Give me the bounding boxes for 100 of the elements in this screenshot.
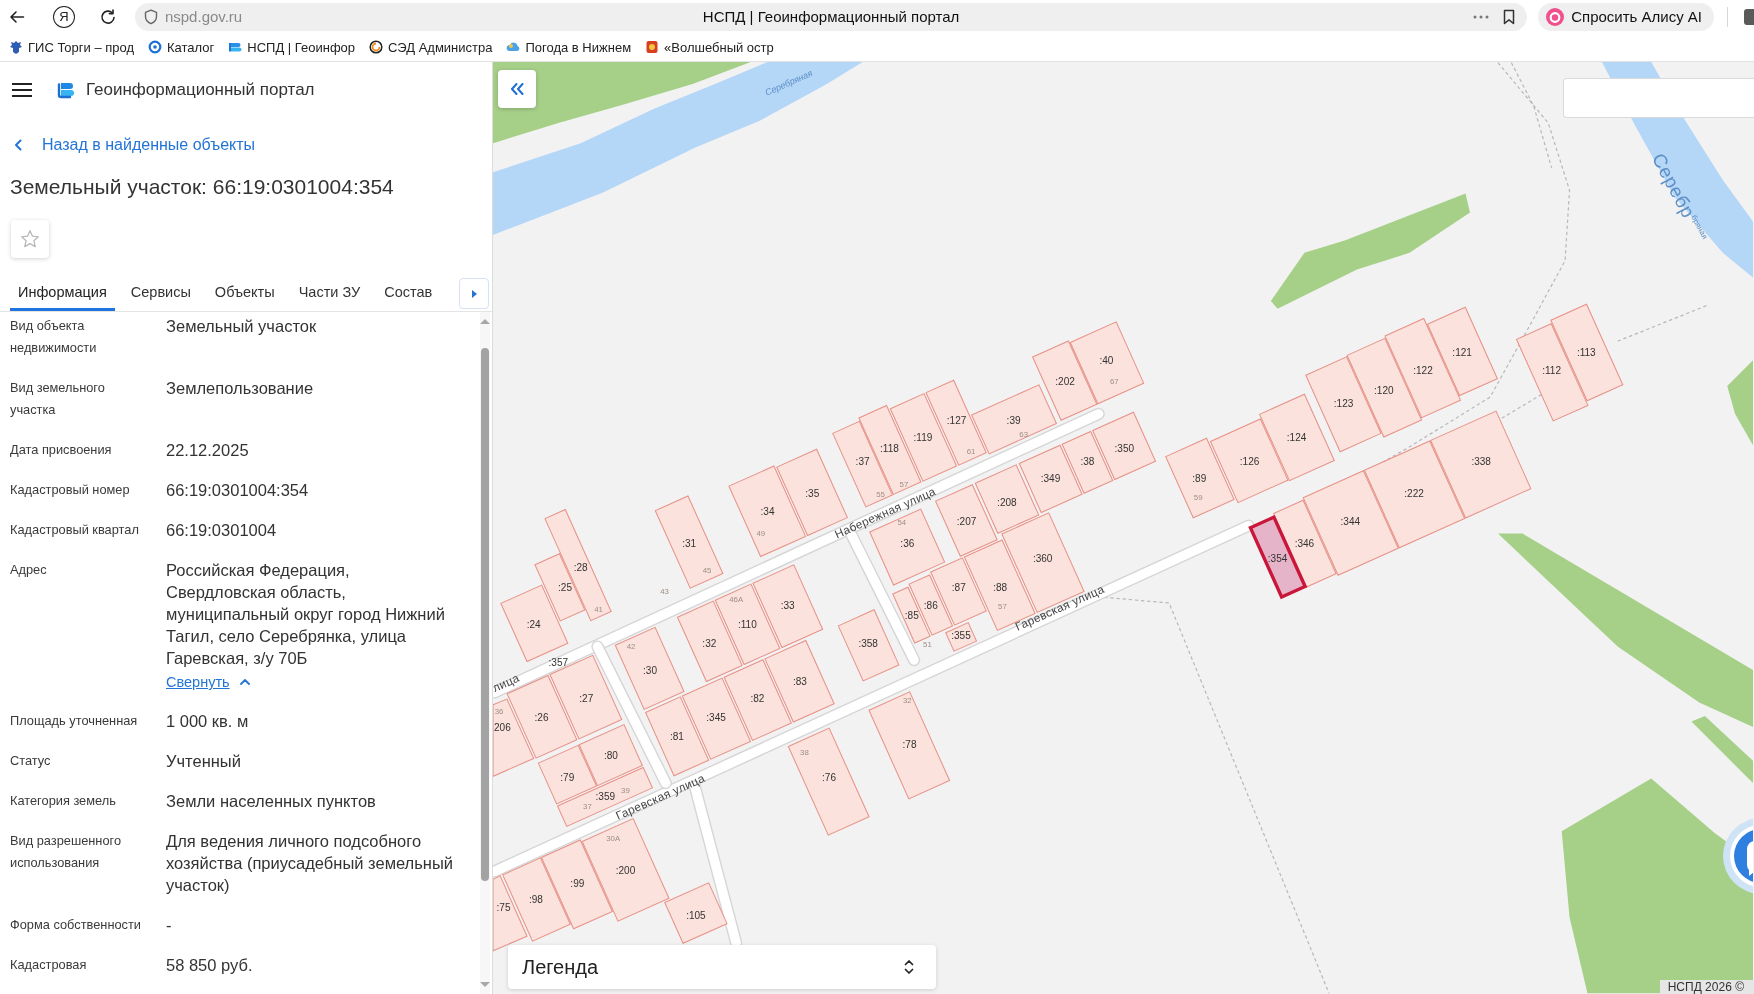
house-number: 57 <box>998 601 1007 611</box>
parcel-number: :88 <box>993 581 1008 593</box>
field-value: 66:19:0301004 <box>166 520 278 541</box>
parcel-number: :122 <box>1413 364 1433 376</box>
field-label: Кадастровый номер <box>10 481 131 499</box>
chevron-left-icon <box>14 139 22 151</box>
house-number: 36 <box>494 706 504 716</box>
parcel-number: :38 <box>1080 456 1095 468</box>
parcel-number: :119 <box>913 431 933 443</box>
parcel-number: :31 <box>682 538 697 550</box>
tab[interactable]: Информация <box>10 276 115 311</box>
scrollbar[interactable] <box>480 312 490 994</box>
bookmark-icon[interactable] <box>1503 8 1516 25</box>
parcel-number: :75 <box>496 901 511 913</box>
parcel-number: :36 <box>900 538 915 550</box>
field-value: Земли населенных пунктов <box>166 791 377 812</box>
field-label: Статус <box>10 752 52 770</box>
house-number: 32 <box>903 695 912 705</box>
collapse-link[interactable]: Свернуть <box>166 672 250 692</box>
app-title: Геоинформационный портал <box>86 80 315 100</box>
parcel-number: :26 <box>534 711 549 723</box>
address-text: nspd.gov.ru <box>164 8 243 25</box>
scroll-down-icon[interactable] <box>480 982 490 988</box>
house-number: 61 <box>966 447 976 457</box>
parcel-number: :200 <box>615 864 636 876</box>
field-value: Для ведения личного подсобного хозяйства (приусадебный земельный участок) <box>166 831 455 896</box>
field-label: Категория земель <box>10 792 117 810</box>
scrollbar-thumb[interactable] <box>481 348 489 881</box>
house-number: 38 <box>800 748 809 758</box>
house-number: 67 <box>1109 376 1119 386</box>
bookmark-link[interactable]: «Волшебный остр <box>645 39 774 55</box>
logo-icon <box>55 80 75 100</box>
emblem-icon <box>9 40 23 54</box>
parcel-number: :98 <box>529 893 543 905</box>
bookmark-link[interactable]: НСПД | Геоинфор <box>228 39 356 55</box>
logo-icon <box>228 40 243 54</box>
field-label: Форма собственности <box>10 916 142 934</box>
field-value: Землепользование <box>166 378 315 399</box>
collapse-panel-button[interactable] <box>498 70 536 108</box>
back-link[interactable]: Назад в найденные объекты <box>14 134 256 156</box>
parcel-number: :112 <box>1542 364 1562 376</box>
field-label: Дата присвоения <box>10 441 113 459</box>
field-value: - <box>166 915 173 936</box>
parcel-number: :39 <box>1006 415 1021 427</box>
tab[interactable]: Состав <box>376 276 441 311</box>
map-search-field[interactable] <box>1563 78 1754 118</box>
bookmark-link[interactable]: ГИС Торги – прод <box>9 39 135 55</box>
tabs-scroll-button[interactable] <box>459 278 489 309</box>
object-heading: Земельный участок: 66:19:0301004:354 <box>10 174 395 200</box>
reload-icon[interactable] <box>99 8 116 25</box>
tab[interactable]: Объекты <box>206 276 283 311</box>
cloud-icon <box>506 40 521 54</box>
parcel-number: :121 <box>1452 346 1472 358</box>
bookmark-link[interactable]: Погода в Нижнем <box>506 39 632 55</box>
parcel-number: :89 <box>1192 473 1207 485</box>
shield-icon[interactable] <box>143 8 158 25</box>
parcel-number: :359 <box>595 790 616 802</box>
legend-button[interactable]: Легенда <box>508 945 936 989</box>
parcel-number: :124 <box>1286 431 1307 443</box>
parcel-number: :349 <box>1040 473 1061 485</box>
bookmark-link[interactable]: СЭД Администра <box>369 39 493 55</box>
field-label: Площадь уточненная <box>10 712 139 730</box>
parcel-number: :105 <box>686 909 706 921</box>
field-label: Вид земельного участка <box>10 379 106 419</box>
parcel-number: :202 <box>1055 375 1075 387</box>
parcel-number: :358 <box>858 637 878 649</box>
parcel-number: :207 <box>956 515 977 527</box>
bookmark-link[interactable]: Каталог <box>148 39 215 55</box>
assistant-button[interactable]: Спросить Алису AI <box>1538 2 1715 31</box>
tab[interactable]: Части ЗУ <box>290 276 369 311</box>
address-bar[interactable]: nspd.gov.ru НСПД | Геоинформационный портал <box>134 2 1528 31</box>
more-icon[interactable] <box>1473 14 1490 19</box>
parcel-number: :24 <box>526 618 541 630</box>
attribution-text: НСПД 2026 © <box>1659 980 1754 994</box>
tab[interactable]: Сервисы <box>122 276 199 311</box>
house-number: 42 <box>626 642 636 652</box>
parcel-number: :32 <box>702 637 717 649</box>
parcel-number: :338 <box>1471 456 1491 468</box>
land-parcel[interactable] <box>945 621 978 652</box>
parcel-number: :344 <box>1340 515 1361 527</box>
parcel-number: :79 <box>560 771 575 783</box>
scroll-up-icon[interactable] <box>480 318 490 324</box>
house-number: 57 <box>899 479 909 489</box>
parcel-number: :82 <box>750 692 765 704</box>
parcel-number: :110 <box>737 618 757 630</box>
parcel-number: :208 <box>997 496 1017 508</box>
parcel-number: :120 <box>1374 384 1394 396</box>
field-value: Земельный участок <box>166 316 318 337</box>
field-value: 1 000 кв. м <box>166 711 250 732</box>
parcel-number: :76 <box>822 771 836 783</box>
menu-icon[interactable] <box>12 83 32 97</box>
parcel-number: :118 <box>880 443 899 455</box>
parcel-number: :87 <box>951 581 966 593</box>
back-arrow-icon[interactable] <box>9 8 25 25</box>
round-button[interactable] <box>1721 817 1753 895</box>
parcel-number: :28 <box>573 561 588 573</box>
field-label: Кадастровый квартал <box>10 521 140 539</box>
field-value: Учтенный <box>166 751 242 772</box>
house-number: 41 <box>594 605 603 615</box>
favorite-button[interactable] <box>11 220 49 258</box>
